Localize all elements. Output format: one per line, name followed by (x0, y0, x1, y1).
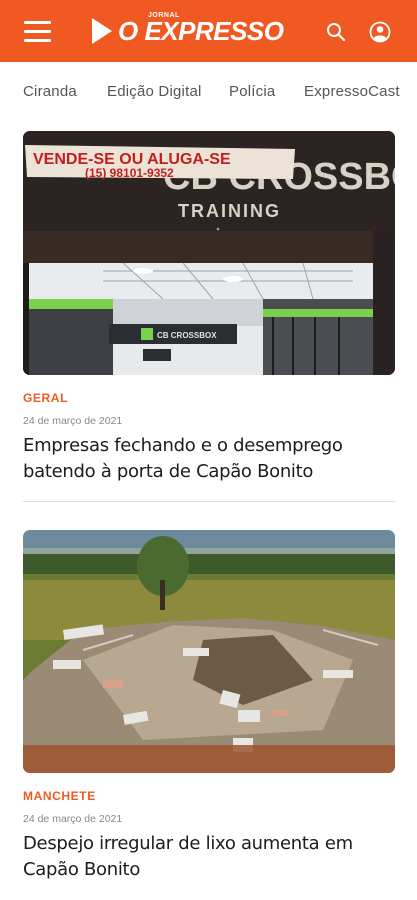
search-icon[interactable] (326, 22, 346, 42)
nav-item-expressocast[interactable]: ExpressoCast (304, 83, 400, 100)
article-card[interactable]: CB CROSSBOX TRAINING VENDE-SE OU ALUGA-S… (23, 131, 395, 485)
article-headline[interactable]: Despejo irregular de lixo aumenta em Cap… (23, 831, 395, 883)
garbage-field-image (23, 530, 395, 773)
article-image[interactable]: CB CROSSBOX TRAINING VENDE-SE OU ALUGA-S… (23, 131, 395, 375)
nav-item-edicao-digital[interactable]: Edição Digital (107, 83, 202, 100)
play-logo-icon (92, 18, 112, 44)
logo-small-text: JORNAL (148, 12, 180, 19)
article-image[interactable] (23, 530, 395, 773)
article-card[interactable]: MANCHETE 24 de março de 2021 Despejo irr… (23, 530, 395, 883)
article-category[interactable]: MANCHETE (23, 789, 395, 803)
sign-training: TRAINING (178, 201, 281, 221)
gym-storefront-image: CB CROSSBOX TRAINING VENDE-SE OU ALUGA-S… (23, 131, 395, 375)
user-icon[interactable] (369, 21, 391, 43)
menu-icon[interactable] (24, 19, 51, 43)
category-nav: Ciranda Edição Digital Polícia ExpressoC… (0, 62, 417, 122)
nav-item-ciranda[interactable]: Ciranda (23, 83, 77, 100)
inner-sign: CB CROSSBOX (157, 331, 217, 340)
article-date: 24 de março de 2021 (23, 813, 123, 825)
banner-phone: (15) 98101-9352 (85, 166, 174, 180)
article-divider (23, 501, 395, 502)
article-headline[interactable]: Empresas fechando e o desemprego batendo… (23, 433, 395, 485)
nav-item-policia[interactable]: Polícia (229, 83, 275, 100)
article-category[interactable]: GERAL (23, 391, 395, 405)
article-date: 24 de março de 2021 (23, 415, 123, 427)
site-logo[interactable]: JORNAL O EXPRESSO (92, 12, 284, 48)
app-header: JORNAL O EXPRESSO (0, 0, 417, 62)
logo-text: O EXPRESSO (118, 16, 284, 46)
